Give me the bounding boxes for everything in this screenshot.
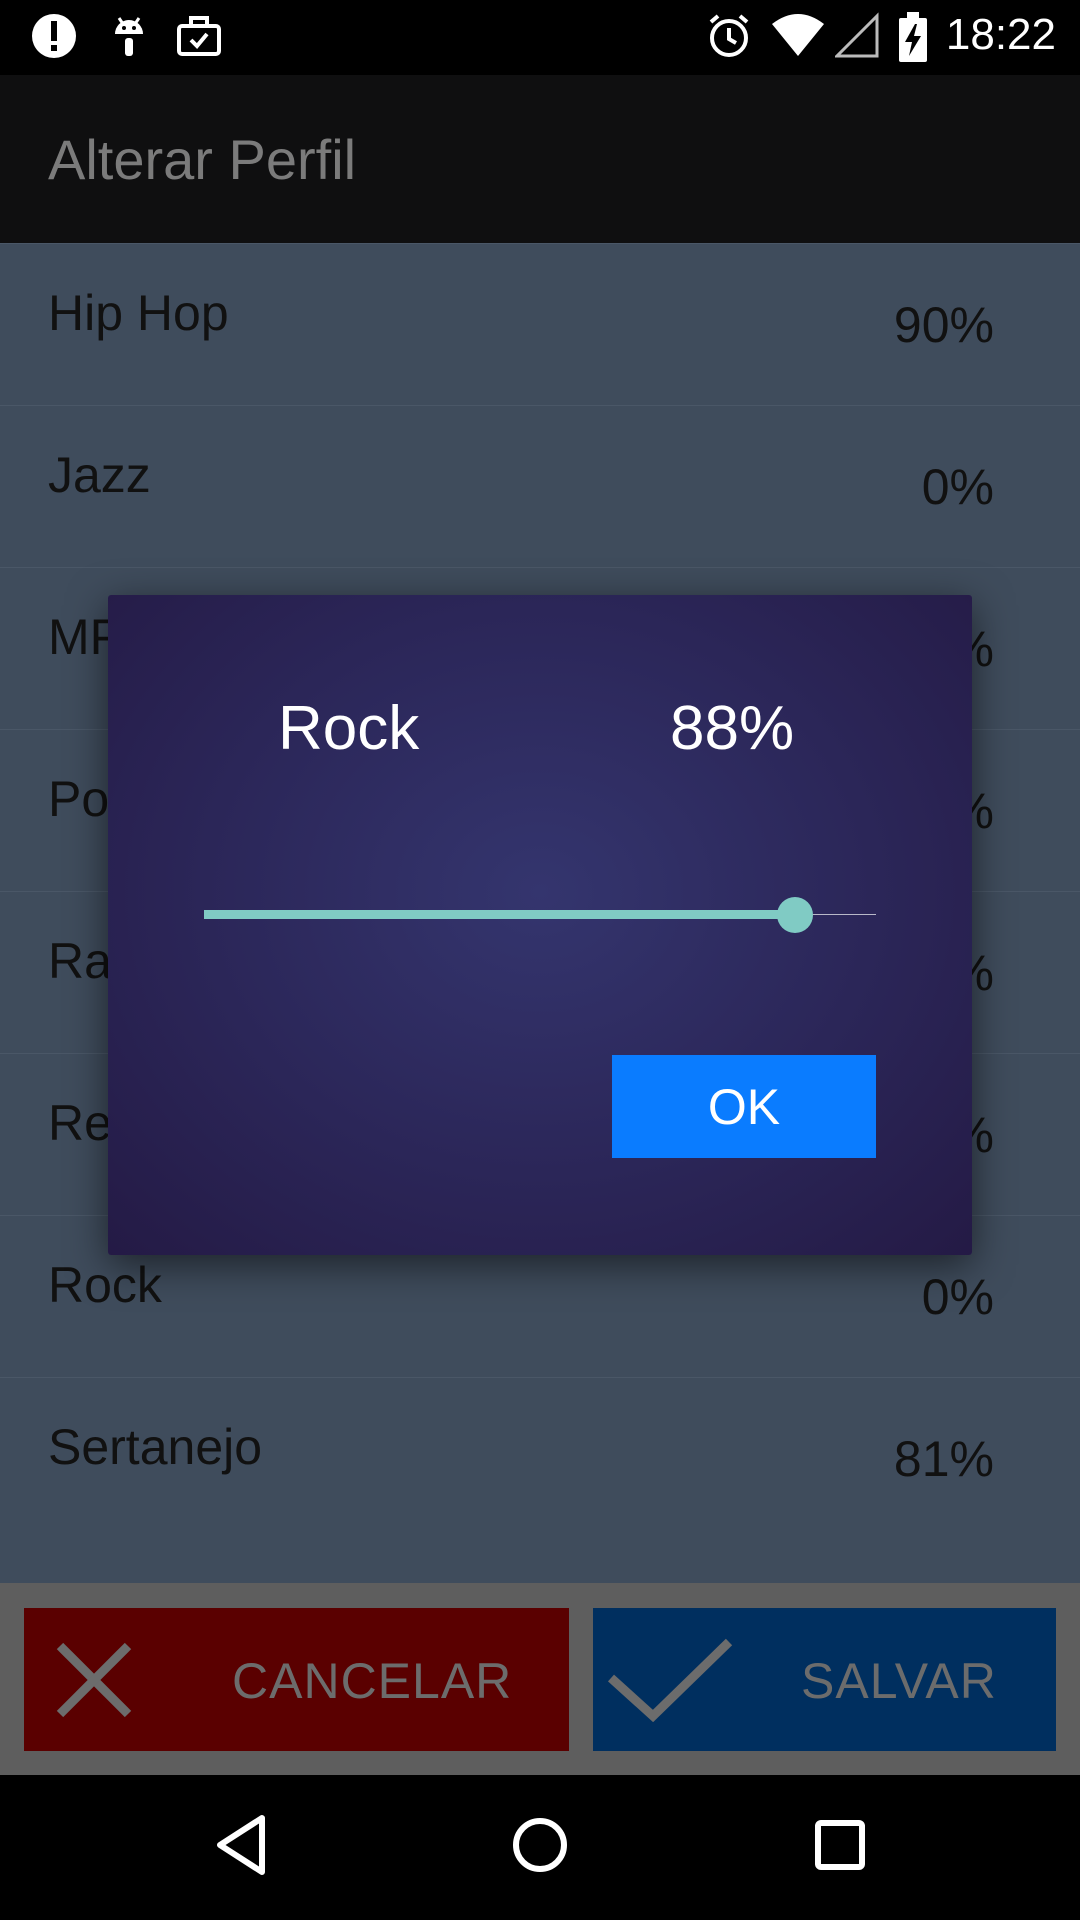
ok-button[interactable]: OK — [612, 1055, 876, 1158]
android-icon — [115, 17, 143, 56]
list-item[interactable]: Sertanejo 81% — [0, 1377, 1080, 1540]
save-button[interactable]: SALVAR — [593, 1608, 1056, 1751]
genre-percent: 0% — [921, 1269, 994, 1325]
alert-icon — [32, 14, 76, 58]
home-icon[interactable] — [508, 1810, 572, 1880]
list-item[interactable]: Hip Hop 90% — [0, 243, 1080, 406]
battery-charging-icon — [899, 12, 927, 62]
alarm-icon — [709, 14, 749, 57]
page-title: Alterar Perfil — [48, 128, 357, 191]
genre-label: Sertanejo — [48, 1419, 263, 1475]
genre-percent: 81% — [893, 1431, 994, 1487]
back-icon[interactable] — [212, 1810, 272, 1880]
cancel-button[interactable]: CANCELAR — [24, 1608, 569, 1751]
genre-label: Jazz — [48, 447, 151, 503]
nav-bar — [0, 1775, 1080, 1920]
dialog-percent: 88% — [670, 694, 795, 763]
dialog-genre: Rock — [278, 694, 420, 763]
close-icon — [56, 1642, 132, 1718]
list-item[interactable]: Jazz 0% — [0, 405, 1080, 568]
signal-icon — [835, 12, 879, 58]
app-bar: Alterar Perfil — [0, 75, 1080, 243]
wifi-icon — [772, 14, 824, 56]
value-dialog: Rock 88% OK — [108, 595, 972, 1255]
genre-label: Rock — [48, 1257, 162, 1313]
save-label: SALVAR — [801, 1653, 997, 1709]
slider-thumb[interactable] — [777, 897, 814, 933]
action-bar: CANCELAR SALVAR — [0, 1583, 1080, 1775]
genre-percent: 0% — [921, 459, 994, 515]
briefcase-icon — [177, 16, 221, 56]
genre-percent: 90% — [893, 297, 994, 353]
cancel-label: CANCELAR — [232, 1653, 513, 1709]
recents-icon[interactable] — [810, 1810, 870, 1880]
value-slider[interactable] — [204, 895, 876, 935]
slider-fill — [204, 910, 796, 919]
status-bar: 18:22 — [0, 0, 1080, 75]
genre-label: Hip Hop — [48, 285, 229, 341]
check-icon — [607, 1638, 733, 1722]
clock: 18:22 — [945, 10, 1056, 59]
